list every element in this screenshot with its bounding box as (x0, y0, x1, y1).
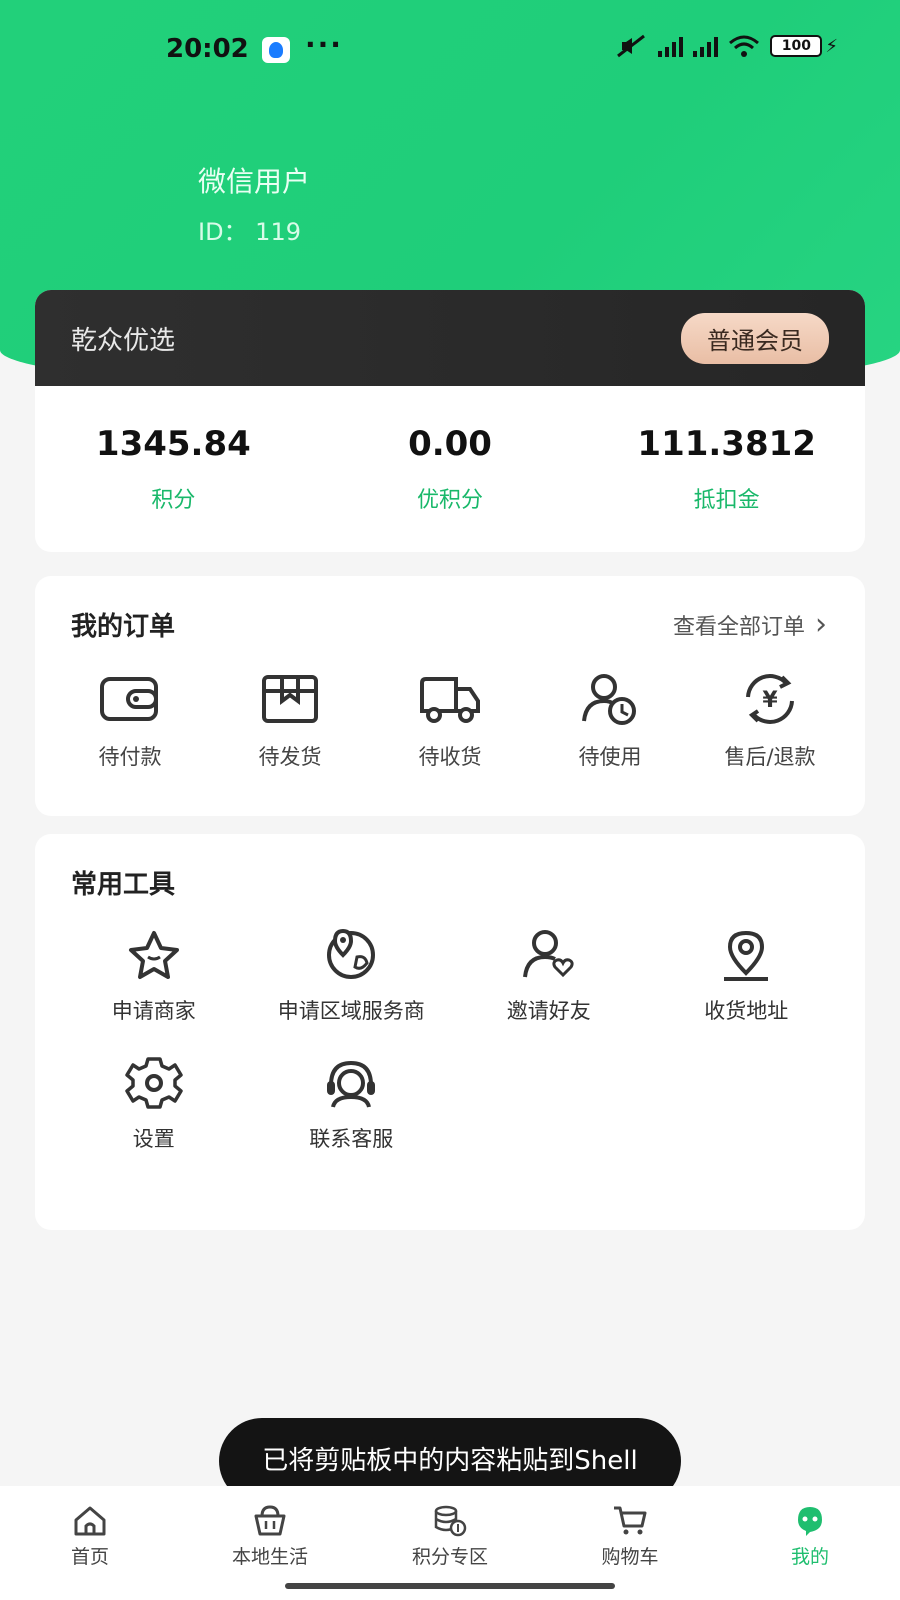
tool-settings[interactable]: 设置 (55, 1055, 253, 1153)
box-icon (262, 675, 318, 723)
globe-pin-icon (327, 928, 376, 979)
tab-mine[interactable]: 我的 (735, 1504, 885, 1569)
order-pending-use[interactable]: 待使用 (555, 671, 665, 771)
basket-icon (254, 1505, 286, 1536)
member-card: 乾众优选 普通会员 1345.84 积分 0.00 优积分 111.3812 抵… (35, 290, 865, 552)
stat-label: 抵扣金 (693, 488, 760, 513)
tools-title: 常用工具 (71, 870, 176, 900)
tools-grid: 申请商家 申请区域服务商 邀请好友 收货地址 设置 联系客服 (35, 901, 865, 1153)
orders-header: 我的订单 查看全部订单 › (35, 576, 865, 643)
view-all-orders-link[interactable]: 查看全部订单 › (673, 607, 827, 642)
stat-value: 1345.84 (95, 424, 251, 464)
member-stats: 1345.84 积分 0.00 优积分 111.3812 抵扣金 (35, 386, 865, 552)
order-label: 待付款 (98, 745, 162, 769)
truck-icon (420, 677, 480, 723)
tab-points-zone[interactable]: 积分专区 (375, 1504, 525, 1569)
tab-home[interactable]: 首页 (15, 1504, 165, 1569)
qq-notification-icon (262, 37, 290, 63)
order-label: 售后/退款 (724, 745, 816, 769)
tool-label: 邀请好友 (506, 999, 591, 1023)
status-time: 20:02 (166, 34, 249, 64)
order-status-row: 待付款 待发货 待收货 待使用 ¥ 售后/退款 (35, 643, 865, 771)
view-all-label: 查看全部订单 (672, 614, 805, 640)
order-pending-payment[interactable]: 待付款 (75, 671, 185, 771)
mute-icon (617, 34, 646, 58)
stat-label: 优积分 (417, 488, 484, 513)
tool-shipping-address[interactable]: 收货地址 (648, 927, 846, 1025)
battery-icon: 100 (770, 35, 823, 57)
coins-icon (434, 1505, 467, 1537)
tab-cart[interactable]: 购物车 (555, 1504, 705, 1569)
signal-2-icon (693, 35, 719, 57)
headset-icon (327, 1060, 376, 1108)
stat-label: 积分 (151, 488, 196, 513)
status-bar: 20:02 ··· 100 ⚡ (0, 28, 900, 72)
tab-label: 我的 (790, 1546, 829, 1568)
tool-label: 设置 (132, 1127, 175, 1151)
refund-icon: ¥ (746, 674, 794, 724)
tab-label: 积分专区 (411, 1546, 488, 1568)
user-heart-icon (522, 930, 574, 978)
stat-value: 111.3812 (637, 424, 816, 464)
tool-apply-region-provider[interactable]: 申请区域服务商 (253, 927, 451, 1025)
tab-local-life[interactable]: 本地生活 (195, 1504, 345, 1569)
tools-header: 常用工具 (35, 834, 865, 901)
order-label: 待使用 (578, 745, 642, 769)
home-icon (74, 1506, 106, 1536)
tool-customer-service[interactable]: 联系客服 (253, 1055, 451, 1153)
order-label: 待发货 (258, 745, 322, 769)
tab-label: 首页 (70, 1546, 109, 1568)
status-indicators: 100 ⚡ (616, 34, 838, 58)
charging-icon: ⚡ (825, 35, 838, 57)
orders-card: 我的订单 查看全部订单 › 待付款 待发货 待收货 待使用 ¥ 售后/退款 (35, 576, 865, 816)
stat-points[interactable]: 1345.84 积分 (35, 424, 312, 514)
order-after-sales[interactable]: ¥ 售后/退款 (715, 671, 825, 771)
orders-title: 我的订单 (71, 612, 176, 642)
tab-label: 本地生活 (231, 1546, 308, 1568)
tool-label: 申请商家 (111, 999, 196, 1023)
location-icon (724, 930, 769, 981)
chevron-right-icon: › (815, 607, 827, 642)
gear-icon (125, 1057, 183, 1109)
order-pending-shipment[interactable]: 待发货 (235, 671, 345, 771)
tool-label: 收货地址 (704, 999, 789, 1023)
tool-invite-friends[interactable]: 邀请好友 (450, 927, 648, 1025)
more-notifications-icon: ··· (305, 28, 343, 61)
home-indicator[interactable] (285, 1583, 615, 1589)
tool-label: 申请区域服务商 (277, 999, 425, 1023)
member-card-header: 乾众优选 普通会员 (35, 290, 865, 386)
user-clock-icon (582, 674, 636, 725)
wallet-icon (100, 677, 158, 721)
stat-deduction-credit[interactable]: 111.3812 抵扣金 (588, 424, 865, 514)
brand-name: 乾众优选 (71, 325, 176, 356)
tool-label: 联系客服 (309, 1127, 394, 1151)
signal-1-icon (658, 35, 684, 57)
user-name[interactable]: 微信用户 (198, 160, 310, 200)
tools-card: 常用工具 申请商家 申请区域服务商 邀请好友 收货地址 设置 联系客服 (35, 834, 865, 1230)
tool-apply-merchant[interactable]: 申请商家 (55, 927, 253, 1025)
user-id: ID： 119 (198, 218, 301, 246)
wifi-icon (729, 35, 760, 57)
star-icon (128, 931, 179, 979)
member-level-badge[interactable]: 普通会员 (681, 312, 829, 364)
order-pending-receipt[interactable]: 待收货 (395, 671, 505, 771)
cart-icon (614, 1506, 647, 1535)
profile-icon (798, 1507, 822, 1536)
stat-value: 0.00 (408, 424, 492, 464)
svg-text:¥: ¥ (762, 688, 778, 713)
battery-indicator: 100 ⚡ (770, 35, 838, 57)
stat-premium-points[interactable]: 0.00 优积分 (312, 424, 589, 514)
tab-label: 购物车 (601, 1546, 659, 1568)
order-label: 待收货 (418, 745, 482, 769)
